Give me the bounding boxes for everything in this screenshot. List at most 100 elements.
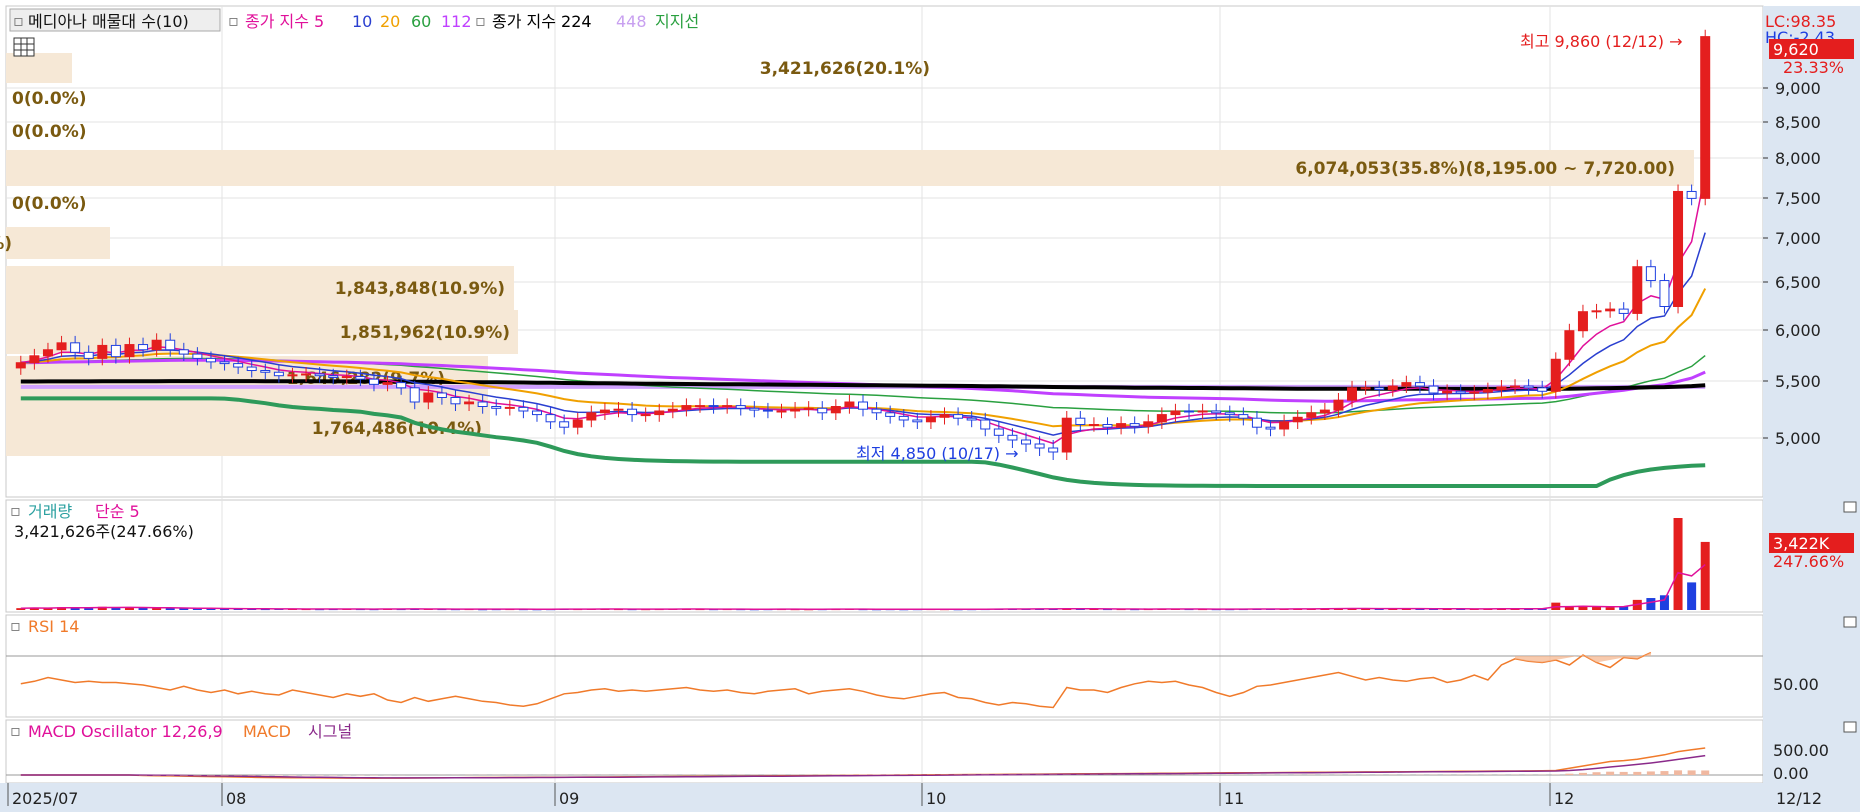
candle-body xyxy=(613,408,624,411)
candle-body xyxy=(382,382,393,385)
legend-ma-prefix[interactable]: 종가 지수 5 xyxy=(245,12,324,31)
candle-body xyxy=(70,342,81,353)
candle-body xyxy=(1129,423,1140,427)
candle-body xyxy=(803,407,814,410)
macd-title[interactable]: MACD Oscillator 12,26,9 xyxy=(28,722,223,741)
candle-body xyxy=(1292,416,1303,423)
legend-support[interactable]: 지지선 xyxy=(655,12,699,31)
rsi-level-label: 50.00 xyxy=(1773,675,1819,694)
candle-body xyxy=(966,417,977,421)
candle-body xyxy=(1319,409,1330,414)
candle-body xyxy=(477,401,488,407)
candle-body xyxy=(1197,410,1208,413)
volume-profile-label: 6,074,053(35.8%)(8,195.00 ~ 7,720.00) xyxy=(1295,159,1675,179)
x-tick-label: 08 xyxy=(226,789,246,808)
legend-ma10[interactable]: 10 xyxy=(352,12,372,31)
legend-bullet: ▫ xyxy=(10,616,21,635)
candle-body xyxy=(15,362,26,369)
volume-bar xyxy=(1646,598,1656,610)
candle-body xyxy=(599,409,610,414)
candle-body xyxy=(1170,410,1181,416)
high-annotation: 최고 9,860 (12/12) → xyxy=(1520,32,1683,51)
candle-body xyxy=(409,387,420,403)
candle-body xyxy=(1306,412,1317,418)
candle-body xyxy=(640,414,651,417)
candle-body xyxy=(885,412,896,417)
candle-body xyxy=(1700,36,1711,199)
candle-body xyxy=(749,407,760,411)
y-tick-label: 7,000 xyxy=(1775,229,1821,248)
legend-ma112[interactable]: 112 xyxy=(441,12,472,31)
macd-signal-label[interactable]: 시그널 xyxy=(308,722,352,741)
candle-body xyxy=(246,366,257,372)
candle-body xyxy=(531,410,542,416)
candle-body xyxy=(260,370,271,373)
candle-body xyxy=(396,382,407,389)
rsi-panel[interactable] xyxy=(5,614,1764,718)
candle-body xyxy=(83,351,94,359)
y-tick-label: 5,000 xyxy=(1775,429,1821,448)
volume-bar xyxy=(1605,607,1615,610)
volume-profile-label: 0(0.0%) xyxy=(12,89,87,109)
candle-body xyxy=(1156,414,1167,423)
candle-body xyxy=(1605,308,1616,312)
legend-ma448[interactable]: 448 xyxy=(616,12,647,31)
candle-body xyxy=(450,397,461,405)
candle-body xyxy=(423,392,434,403)
candle-body xyxy=(1224,412,1235,416)
macd-tick-500: 500.00 xyxy=(1773,741,1829,760)
candle-body xyxy=(1279,421,1290,430)
macd-close-icon[interactable] xyxy=(1843,721,1857,733)
candle-body xyxy=(1238,414,1249,419)
rsi-title[interactable]: RSI 14 xyxy=(28,617,79,636)
volume-ma[interactable]: 단순 5 xyxy=(95,502,140,521)
candle-body xyxy=(735,405,746,409)
candle-body xyxy=(1360,387,1371,390)
candle-body xyxy=(1659,280,1670,307)
macd-osc-bar xyxy=(1674,770,1683,775)
candle-body xyxy=(341,376,352,379)
volume-panel[interactable] xyxy=(5,499,1764,613)
candle-body xyxy=(1347,387,1358,401)
candle-body xyxy=(138,344,149,351)
candle-body xyxy=(1618,308,1629,314)
x-last-date: 12/12 xyxy=(1776,789,1822,808)
macd-osc-bar xyxy=(1565,773,1574,775)
legend-ma60[interactable]: 60 xyxy=(411,12,431,31)
candle-body xyxy=(722,405,733,408)
candle-body xyxy=(1442,390,1453,394)
candle-body xyxy=(1061,417,1072,453)
candle-body xyxy=(110,344,121,358)
candle-body xyxy=(518,406,529,412)
table-icon[interactable] xyxy=(13,37,35,57)
candle-body xyxy=(858,401,868,410)
macd-osc-bar xyxy=(1660,771,1669,775)
y-tick-label: 8,500 xyxy=(1775,113,1821,132)
macd-osc-bar xyxy=(1619,771,1628,775)
candle-body xyxy=(654,410,665,416)
macd-tick-0: 0.00 xyxy=(1773,764,1809,783)
candle-body xyxy=(817,407,828,414)
candle-body xyxy=(1333,399,1344,411)
legend-ma2-prefix[interactable]: 종가 지수 224 xyxy=(492,12,592,31)
candle-body xyxy=(328,375,339,378)
candle-body xyxy=(1645,266,1656,282)
candle-body xyxy=(1401,382,1412,387)
candle-body xyxy=(178,349,189,355)
legend-ma20[interactable]: 20 xyxy=(380,12,400,31)
macd-osc-bar xyxy=(1592,772,1601,775)
candle-body xyxy=(1523,385,1534,389)
volume-close-icon[interactable] xyxy=(1843,501,1857,513)
volume-bar xyxy=(1700,541,1710,610)
candle-body xyxy=(898,415,909,421)
candle-body xyxy=(301,373,312,376)
candle-body xyxy=(1184,410,1195,413)
macd-label[interactable]: MACD xyxy=(243,722,291,741)
legend-bullet: ▫ xyxy=(228,11,239,30)
candle-body xyxy=(165,339,176,351)
candle-body xyxy=(1088,424,1099,426)
candle-body xyxy=(912,419,923,423)
volume-title[interactable]: 거래량 xyxy=(28,502,72,521)
candle-body xyxy=(273,371,284,377)
rsi-close-icon[interactable] xyxy=(1843,616,1857,628)
